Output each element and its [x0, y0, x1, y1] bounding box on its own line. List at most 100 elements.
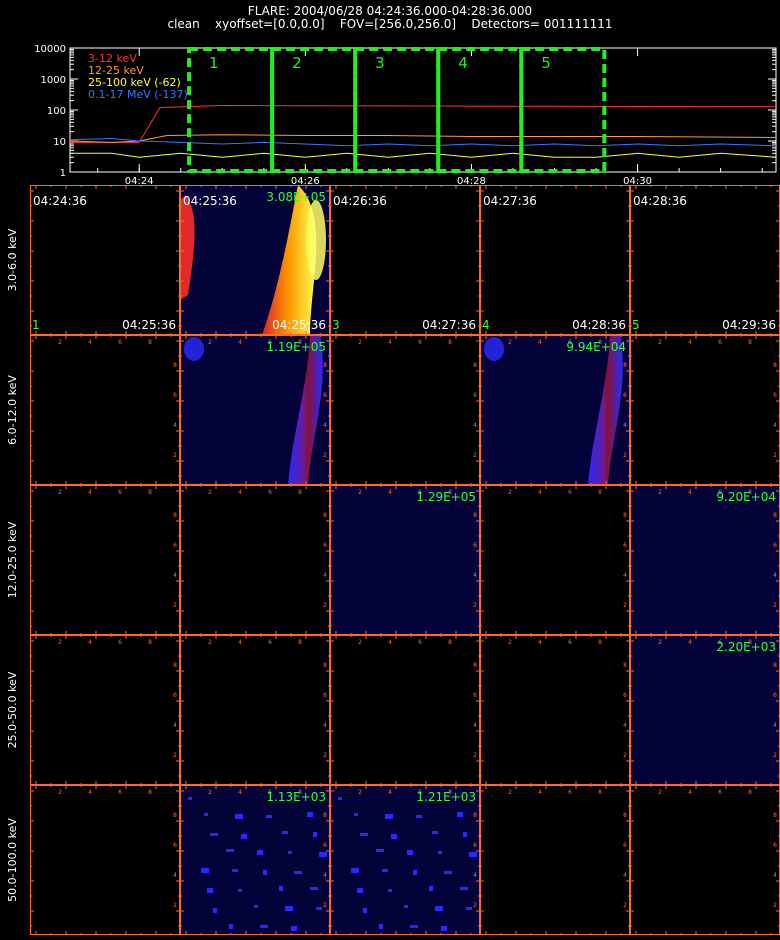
noise-speck — [391, 834, 397, 839]
noise-speck — [210, 833, 218, 836]
image-background — [630, 485, 780, 635]
y-axis-tick-label: 2 — [323, 902, 327, 909]
x-axis-tick-label: 4 — [88, 489, 92, 496]
y-axis-tick-label: 4 — [323, 722, 327, 729]
noise-speck — [241, 834, 247, 839]
noise-speck — [313, 832, 317, 837]
y-axis-tick-label: 4 — [473, 572, 477, 579]
x-axis-tick-label: 6 — [718, 339, 722, 346]
y-axis-tick-label: 8 — [773, 812, 777, 819]
image-cell: 2 2 4 4 6 6 8 8 — [30, 335, 180, 485]
noise-speck — [351, 868, 359, 873]
noise-speck — [357, 888, 363, 893]
interval-end-time: 04:25:36 — [122, 318, 176, 332]
noise-speck — [438, 851, 442, 854]
noise-speck — [257, 850, 263, 855]
y-axis-tick-label: 6 — [173, 542, 177, 549]
interval-number: 1 — [32, 318, 40, 332]
x-axis-tick-label: 2 — [208, 639, 212, 646]
y-axis-tick-label: 4 — [623, 572, 627, 579]
cell-frame — [180, 485, 330, 635]
y-axis-tick-label: 4 — [173, 872, 177, 879]
x-axis-tick-label: 2 — [208, 789, 212, 796]
cell-frame — [630, 335, 780, 485]
noise-speck — [435, 906, 443, 911]
noise-speck — [310, 887, 318, 890]
y-axis-tick-label: 6 — [623, 692, 627, 699]
noise-speck — [363, 908, 367, 913]
image-cell: 224466881.19E+05 — [180, 335, 330, 485]
noise-speck — [294, 871, 302, 874]
noise-speck — [416, 815, 422, 818]
noise-speck — [360, 833, 368, 836]
x-axis-tick-label: 8 — [148, 639, 152, 646]
x-axis-tick-label: 4 — [688, 339, 692, 346]
y-axis-tick-label: 2 — [173, 452, 177, 459]
interval-box-1 — [187, 47, 275, 173]
noise-speck — [263, 870, 267, 875]
x-axis-tick-label: 4 — [688, 789, 692, 796]
interval-end-time: 04:27:36 — [422, 318, 476, 332]
y-axis-tick-label: 6 — [323, 692, 327, 699]
series-line-3 — [69, 137, 777, 147]
noise-speck — [413, 870, 417, 875]
image-max-value: 2.20E+03 — [716, 640, 776, 654]
x-axis-tick-label: 2 — [658, 789, 662, 796]
x-axis-tick-label: 2 — [508, 789, 512, 796]
noise-speck — [385, 814, 393, 819]
cell-frame — [30, 335, 180, 485]
noise-speck — [338, 797, 342, 800]
y-axis-tick-label: 6 — [473, 392, 477, 399]
y-axis-tick-label: 8 — [773, 362, 777, 369]
image-background — [330, 485, 480, 635]
x-axis-tick-label: 4 — [388, 489, 392, 496]
noise-speck — [316, 907, 322, 910]
lightcurve-plot: 10000100010010104:24 04:26 04:28 04:303-12 … — [34, 44, 777, 185]
image-cell: 224466889.94E+04 — [480, 335, 630, 485]
y-axis-tick-label: 6 — [623, 542, 627, 549]
y-axis-tick-label: 6 — [323, 842, 327, 849]
interval-number: 4 — [482, 318, 490, 332]
x-axis-tick-label: 6 — [118, 789, 122, 796]
x-axis-tick-label: 4 — [238, 339, 242, 346]
y-tick-label: 1000 — [41, 75, 66, 86]
noise-speck — [410, 925, 418, 928]
x-axis-tick-label: 4 — [238, 639, 242, 646]
y-axis-tick-label: 4 — [773, 422, 777, 429]
image-cell: 2 2 4 4 6 6 8 8 — [180, 635, 330, 785]
x-axis-tick-label: 2 — [58, 789, 62, 796]
y-axis-tick-label: 8 — [623, 812, 627, 819]
noise-speck — [229, 924, 233, 929]
image-cell: 224466881.21E+03 — [330, 785, 480, 935]
cell-frame — [180, 635, 330, 785]
y-axis-tick-label: 2 — [473, 452, 477, 459]
y-axis-tick-label: 2 — [323, 452, 327, 459]
y-axis-tick-label: 8 — [473, 512, 477, 519]
x-axis-tick-label: 4 — [88, 339, 92, 346]
x-axis-tick-label: 4 — [538, 639, 542, 646]
energy-band-label: 50.0-100.0 keV — [6, 818, 19, 902]
interval-box-5 — [519, 47, 607, 173]
y-axis-tick-label: 4 — [473, 722, 477, 729]
x-axis-tick-label: 8 — [298, 489, 302, 496]
y-axis-tick-label: 6 — [473, 542, 477, 549]
noise-speck — [466, 907, 472, 910]
image-cell: 224466881.13E+03 — [180, 785, 330, 935]
y-axis-tick-label: 2 — [623, 452, 627, 459]
cell-frame — [480, 635, 630, 785]
noise-speck — [232, 869, 238, 872]
x-axis-tick-label: 2 — [358, 639, 362, 646]
y-axis-tick-label: 6 — [473, 692, 477, 699]
interval-label: 1 — [209, 54, 219, 72]
y-tick-label: 10 — [53, 137, 66, 148]
y-axis-tick-label: 8 — [173, 512, 177, 519]
interval-label: 2 — [292, 54, 302, 72]
noise-speck — [404, 905, 408, 908]
interval-box-2 — [270, 47, 358, 173]
x-axis-tick-label: 2 — [208, 489, 212, 496]
x-axis-tick-label: 6 — [118, 339, 122, 346]
x-axis-tick-label: 6 — [268, 489, 272, 496]
noise-speck — [469, 852, 477, 857]
y-axis-tick-label: 8 — [623, 662, 627, 669]
x-axis-tick-label: 6 — [118, 489, 122, 496]
